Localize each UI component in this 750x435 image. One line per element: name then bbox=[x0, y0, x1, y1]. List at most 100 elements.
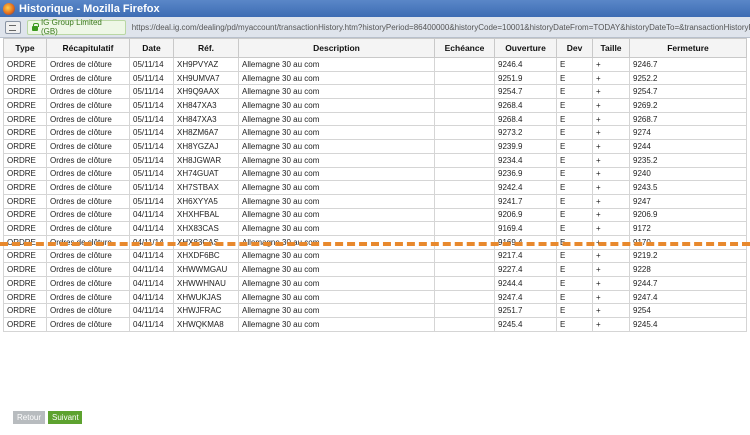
cell-date: 04/11/14 bbox=[129, 289, 174, 305]
cell-type: ORDRE bbox=[3, 125, 47, 141]
cell-type: ORDRE bbox=[3, 289, 47, 305]
cell-dev: E bbox=[556, 303, 593, 319]
cell-dev: E bbox=[556, 248, 593, 264]
cell-type: ORDRE bbox=[3, 166, 47, 182]
cell-echeance bbox=[434, 166, 495, 182]
cell-ref: XH74GUAT bbox=[173, 166, 239, 182]
cell-recap: Ordres de clôture bbox=[46, 166, 130, 182]
col-header-type[interactable]: Type bbox=[3, 38, 47, 58]
cell-taille: + bbox=[592, 70, 630, 86]
firefox-icon bbox=[3, 2, 15, 15]
window-titlebar: Historique - Mozilla Firefox bbox=[0, 0, 750, 17]
table-row[interactable]: ORDRE Ordres de clôture 04/11/14 XHX83CAS Al… bbox=[3, 221, 747, 236]
cell-type: ORDRE bbox=[3, 180, 47, 195]
cell-ref: XH6XYYA5 bbox=[173, 193, 239, 209]
cell-echeance bbox=[434, 57, 495, 72]
cell-ouverture: 9251.7 bbox=[494, 303, 557, 319]
cell-recap: Ordres de clôture bbox=[46, 84, 130, 100]
cell-description: Allemagne 30 au com bbox=[238, 317, 435, 332]
cell-dev: E bbox=[556, 262, 593, 277]
table-row[interactable]: ORDRE Ordres de clôture 04/11/14 XHWQKMA8 Al… bbox=[3, 317, 747, 332]
address-bar[interactable]: IG Group Limited (GB) https://deal.ig.co… bbox=[0, 17, 750, 38]
table-row[interactable]: ORDRE Ordres de clôture 04/11/14 XHWWHNAU Al… bbox=[3, 276, 747, 291]
cell-echeance bbox=[434, 262, 495, 277]
cell-ref: XHWWMGAU bbox=[173, 262, 239, 277]
table-row[interactable]: ORDRE Ordres de clôture 05/11/14 XH6XYYA5 Al… bbox=[3, 193, 747, 209]
cell-dev: E bbox=[556, 125, 593, 141]
col-header-taille[interactable]: Taille bbox=[592, 38, 630, 58]
cell-description: Allemagne 30 au com bbox=[238, 248, 435, 264]
col-header-ouverture[interactable]: Ouverture bbox=[494, 38, 557, 58]
table-row[interactable]: ORDRE Ordres de clôture 05/11/14 XH8ZM6A7 Al… bbox=[3, 125, 747, 141]
cell-recap: Ordres de clôture bbox=[46, 317, 130, 332]
cell-ref: XHX83CAS bbox=[173, 221, 239, 236]
cell-recap: Ordres de clôture bbox=[46, 221, 130, 236]
cell-ref: XH8YGZAJ bbox=[173, 139, 239, 154]
col-header-date[interactable]: Date bbox=[129, 38, 174, 58]
cell-dev: E bbox=[556, 166, 593, 182]
cell-dev: E bbox=[556, 180, 593, 195]
cell-taille: + bbox=[592, 248, 630, 264]
col-header-recap[interactable]: Récapitulatif bbox=[46, 38, 130, 58]
table-row[interactable]: ORDRE Ordres de clôture 05/11/14 XH74GUAT Al… bbox=[3, 166, 747, 182]
table-row[interactable]: ORDRE Ordres de clôture 05/11/14 XH9Q9AAX Al… bbox=[3, 84, 747, 100]
cell-fermeture: 9247 bbox=[629, 193, 747, 209]
cell-dev: E bbox=[556, 98, 593, 113]
table-row[interactable]: ORDRE Ordres de clôture 05/11/14 XH847XA3 Al… bbox=[3, 111, 747, 127]
col-header-description[interactable]: Description bbox=[238, 38, 435, 58]
cell-ouverture: 9239.9 bbox=[494, 139, 557, 154]
cell-recap: Ordres de clôture bbox=[46, 111, 130, 127]
cell-fermeture: 9228 bbox=[629, 262, 747, 277]
table-row[interactable]: ORDRE Ordres de clôture 04/11/14 XHWJFRAC Al… bbox=[3, 303, 747, 319]
cell-taille: + bbox=[592, 57, 630, 72]
col-header-fermeture[interactable]: Fermeture bbox=[629, 38, 747, 58]
cell-fermeture: 9245.4 bbox=[629, 317, 747, 332]
cell-ouverture: 9254.7 bbox=[494, 84, 557, 100]
cell-ref: XH8ZM6A7 bbox=[173, 125, 239, 141]
cell-recap: Ordres de clôture bbox=[46, 180, 130, 195]
cell-date: 05/11/14 bbox=[129, 139, 174, 154]
site-identity-icon[interactable] bbox=[5, 20, 21, 34]
cell-ouverture: 9236.9 bbox=[494, 166, 557, 182]
cell-recap: Ordres de clôture bbox=[46, 193, 130, 209]
cell-ouverture: 9241.7 bbox=[494, 193, 557, 209]
cell-ouverture: 9206.9 bbox=[494, 207, 557, 223]
cell-echeance bbox=[434, 152, 495, 168]
cell-ouverture: 9247.4 bbox=[494, 289, 557, 305]
table-row[interactable]: ORDRE Ordres de clôture 05/11/14 XH847XA3 Al… bbox=[3, 98, 747, 113]
table-row[interactable]: ORDRE Ordres de clôture 05/11/14 XH8JGWAR Al… bbox=[3, 152, 747, 168]
cell-taille: + bbox=[592, 262, 630, 277]
cell-recap: Ordres de clôture bbox=[46, 152, 130, 168]
site-identity-badge[interactable]: IG Group Limited (GB) bbox=[26, 18, 126, 36]
url-field[interactable]: https://deal.ig.com/dealing/pd/myaccount… bbox=[132, 23, 750, 32]
page-content: Type Récapitulatif Date Réf. Description… bbox=[0, 38, 750, 435]
cell-type: ORDRE bbox=[3, 303, 47, 319]
cell-ouverture: 9251.9 bbox=[494, 70, 557, 86]
table-row[interactable]: ORDRE Ordres de clôture 04/11/14 XHXDF6BC Al… bbox=[3, 248, 747, 264]
table-row[interactable]: ORDRE Ordres de clôture 04/11/14 XHWWMGAU Al… bbox=[3, 262, 747, 277]
table-row[interactable]: ORDRE Ordres de clôture 04/11/14 XHXHFBAL Al… bbox=[3, 207, 747, 223]
cell-ref: XHXHFBAL bbox=[173, 207, 239, 223]
cell-type: ORDRE bbox=[3, 317, 47, 332]
table-row[interactable]: ORDRE Ordres de clôture 05/11/14 XH8YGZAJ Al… bbox=[3, 139, 747, 154]
table-row[interactable]: ORDRE Ordres de clôture 04/11/14 XHWUKJAS Al… bbox=[3, 289, 747, 305]
col-header-echeance[interactable]: Echéance bbox=[434, 38, 495, 58]
cell-dev: E bbox=[556, 84, 593, 100]
next-button[interactable]: Suivant bbox=[48, 411, 82, 424]
cell-fermeture: 9247.4 bbox=[629, 289, 747, 305]
table-row[interactable]: ORDRE Ordres de clôture 05/11/14 XH9PVYAZ Al… bbox=[3, 57, 747, 72]
cell-description: Allemagne 30 au com bbox=[238, 57, 435, 72]
col-header-dev[interactable]: Dev bbox=[556, 38, 593, 58]
col-header-ref[interactable]: Réf. bbox=[173, 38, 239, 58]
cell-fermeture: 9254 bbox=[629, 303, 747, 319]
cell-fermeture: 9243.5 bbox=[629, 180, 747, 195]
table-row[interactable]: ORDRE Ordres de clôture 05/11/14 XH7STBAX Al… bbox=[3, 180, 747, 195]
cell-fermeture: 9235.2 bbox=[629, 152, 747, 168]
back-button[interactable]: Retour bbox=[13, 411, 45, 424]
cell-ref: XH7STBAX bbox=[173, 180, 239, 195]
cell-recap: Ordres de clôture bbox=[46, 207, 130, 223]
cell-type: ORDRE bbox=[3, 98, 47, 113]
lock-icon bbox=[31, 22, 39, 31]
table-row[interactable]: ORDRE Ordres de clôture 05/11/14 XH9UMVA7 Al… bbox=[3, 70, 747, 86]
cell-type: ORDRE bbox=[3, 139, 47, 154]
